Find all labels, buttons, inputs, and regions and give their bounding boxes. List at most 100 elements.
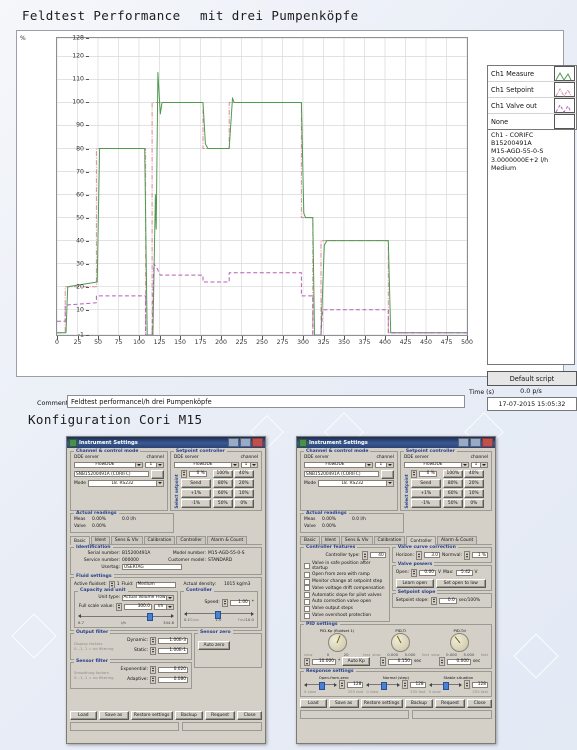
full-scale-input[interactable]: 300.0: [124, 603, 152, 610]
minimize-icon[interactable]: [228, 438, 239, 447]
legend-swatch-setpoint[interactable]: [554, 82, 575, 97]
preset-button[interactable]: 80%: [212, 479, 233, 488]
checkbox-valve-overshoot-protection[interactable]: Valve overshoot protection: [304, 612, 386, 619]
preset-button[interactable]: 20%: [233, 479, 254, 488]
legend-swatch-valve[interactable]: [554, 98, 575, 113]
checkbox-valve-safe-position[interactable]: Valve in safe position after startup: [304, 561, 386, 571]
checkbox-open-from-zero-ramp[interactable]: Open from zero with ramp: [304, 571, 386, 578]
checkbox-monitor-setpoint-step[interactable]: Monitor change at setpoint step: [304, 578, 386, 585]
preset-button[interactable]: 50%: [212, 499, 233, 508]
normval-stepper[interactable]: [464, 551, 470, 560]
backup-button[interactable]: Backup: [174, 710, 204, 720]
tab-ident[interactable]: Ident: [320, 536, 340, 544]
preset-button[interactable]: 40%: [463, 469, 484, 478]
close-button[interactable]: Close: [467, 698, 492, 708]
response-value[interactable]: 128: [471, 681, 488, 688]
pid-kp-stepper[interactable]: [304, 657, 310, 667]
controller-type-stepper[interactable]: [361, 551, 368, 560]
tab-alarm-count[interactable]: Alarm & Count: [207, 536, 248, 544]
valve-open-stepper[interactable]: [410, 568, 417, 577]
maximize-icon[interactable]: [470, 438, 481, 447]
setpoint-channel-combo[interactable]: 1: [241, 461, 258, 468]
increase-1pct-button[interactable]: +1%: [180, 489, 211, 498]
pid-td-stepper[interactable]: [438, 657, 445, 666]
load-button[interactable]: Load: [70, 710, 97, 720]
pid-kp-input[interactable]: 10.000: [312, 658, 336, 665]
preset-button[interactable]: 10%: [463, 489, 484, 498]
speed-stepper[interactable]: [221, 598, 228, 607]
legend-item[interactable]: Ch1 Measure: [488, 66, 576, 82]
channel-combo[interactable]: 1: [374, 461, 394, 468]
auto-zero-button[interactable]: Auto zero: [198, 640, 230, 650]
tab-bar[interactable]: Basic Ident Sens & Vlv Calibration Contr…: [300, 535, 492, 545]
tab-basic[interactable]: Basic: [70, 536, 90, 545]
preset-button[interactable]: 0%: [463, 499, 484, 508]
request-button[interactable]: Request: [205, 710, 236, 720]
legend-item[interactable]: Ch1 Valve out: [488, 98, 576, 114]
auto-kp-button[interactable]: Auto Kp: [342, 657, 371, 667]
controller-type-input[interactable]: 40: [369, 552, 386, 559]
pid-ti-input[interactable]: 0.150: [387, 658, 412, 665]
save-as-button[interactable]: Save as: [98, 710, 129, 720]
preset-button[interactable]: 20%: [463, 479, 484, 488]
speed-input[interactable]: 1.00: [229, 599, 250, 606]
legend-item[interactable]: Ch1 Setpoint: [488, 82, 576, 98]
legend-item[interactable]: None: [488, 114, 576, 129]
adaptive-stepper[interactable]: [150, 675, 156, 684]
tab-calibration[interactable]: Calibration: [143, 536, 176, 544]
backup-button[interactable]: Backup: [404, 698, 434, 708]
send-button[interactable]: Send: [180, 479, 211, 488]
exponential-input[interactable]: 0.020: [158, 666, 188, 673]
preset-button[interactable]: 60%: [212, 489, 233, 498]
pid-td-knob[interactable]: [450, 633, 470, 653]
setpoint-slope-input[interactable]: 0.0: [438, 597, 457, 604]
restore-settings-button[interactable]: Restore settings: [360, 698, 403, 708]
tab-sens-vlv[interactable]: Sens & Vlv: [110, 536, 143, 544]
save-as-button[interactable]: Save as: [328, 698, 359, 708]
tab-basic[interactable]: Basic: [300, 536, 320, 544]
dynamic-input[interactable]: 1.00E-3: [158, 637, 188, 644]
setpoint-value-field[interactable]: 0 %: [188, 470, 207, 477]
title-bar[interactable]: Instrument Settings: [67, 437, 265, 448]
tab-bar[interactable]: Basic Ident Sens & Vlv Calibration Contr…: [70, 535, 262, 545]
full-scale-stepper[interactable]: [116, 602, 122, 611]
dde-server-combo[interactable]: FlowDDE: [74, 461, 143, 468]
exponential-stepper[interactable]: [150, 665, 156, 674]
serial-options-button[interactable]: [380, 469, 394, 479]
response-stepper[interactable]: [339, 680, 346, 689]
checkbox-valve-output-steps[interactable]: Valve output steps: [304, 605, 386, 612]
channel-combo[interactable]: 1: [144, 461, 164, 468]
serial-options-button[interactable]: [150, 469, 164, 479]
unit-type-combo[interactable]: Actual Volume Flow: [122, 594, 174, 601]
preset-button[interactable]: 50%: [442, 499, 463, 508]
static-input[interactable]: 1.00E-1: [158, 647, 188, 654]
setpoint-stepper[interactable]: [410, 469, 417, 478]
learn-open-button[interactable]: Learn open: [395, 578, 434, 588]
mode-combo[interactable]: 18. RS232: [317, 480, 394, 487]
preset-button[interactable]: 100%: [212, 469, 233, 478]
load-button[interactable]: Load: [300, 698, 327, 708]
speed-slider[interactable]: [184, 610, 254, 619]
preset-button[interactable]: 80%: [442, 479, 463, 488]
maximize-icon[interactable]: [240, 438, 251, 447]
response-value[interactable]: 128: [409, 681, 426, 688]
response-stepper[interactable]: [401, 680, 408, 689]
default-script-button[interactable]: Default script: [487, 371, 577, 386]
pid-kp-knob[interactable]: [327, 633, 347, 653]
setpoint-slope-stepper[interactable]: [430, 596, 437, 605]
static-stepper[interactable]: [150, 646, 156, 655]
response-slider[interactable]: [366, 681, 400, 690]
adaptive-input[interactable]: 0.080: [158, 676, 188, 683]
legend-swatch-none[interactable]: [554, 114, 575, 129]
pid-ti-stepper[interactable]: [379, 657, 386, 666]
preset-button[interactable]: 100%: [442, 469, 463, 478]
unit-combo[interactable]: l/h: [154, 603, 174, 610]
mode-combo[interactable]: 18. RS232: [87, 480, 164, 487]
pid-ti-knob[interactable]: [391, 633, 411, 653]
setpoint-value-field[interactable]: 0 %: [418, 470, 437, 477]
tab-sens-vlv[interactable]: Sens & Vlv: [340, 536, 373, 544]
preset-button[interactable]: 0%: [233, 499, 254, 508]
normval-input[interactable]: 1 %: [472, 552, 488, 559]
restore-settings-button[interactable]: Restore settings: [130, 710, 173, 720]
close-button[interactable]: Close: [237, 710, 262, 720]
